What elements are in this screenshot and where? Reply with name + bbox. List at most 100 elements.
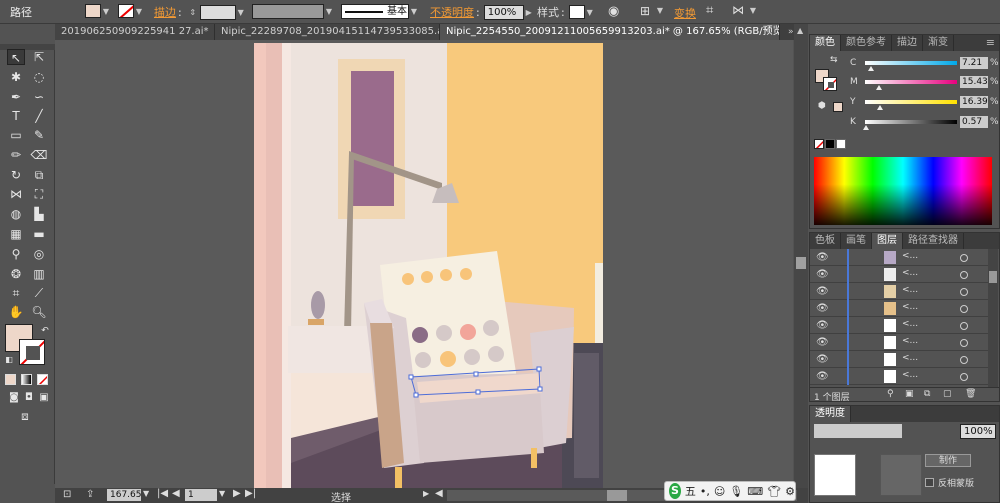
layer-row[interactable]: 👁︎ <...	[810, 368, 990, 385]
punctuation-icon[interactable]: •,	[700, 485, 710, 498]
align-icon[interactable]: ⊞	[640, 4, 650, 18]
share-icon[interactable]: ⇪	[86, 489, 94, 500]
layer-row[interactable]: 👁︎ <...	[810, 334, 990, 351]
pen-tool-icon[interactable]: ✒	[7, 89, 25, 105]
style-control[interactable]: 样式 : ▼	[537, 4, 595, 20]
shape-builder-tool-icon[interactable]: ◍	[7, 206, 25, 222]
stepper-icon[interactable]: ⇕	[188, 8, 198, 17]
yellow-slider[interactable]: Y 16.39 %	[850, 96, 999, 110]
scrollbar-thumb[interactable]	[607, 490, 627, 501]
isolate-icon[interactable]: ⌗	[706, 3, 713, 18]
visibility-eye-icon[interactable]: 👁︎	[816, 252, 829, 263]
transparency-opacity-field[interactable]: 100%	[960, 424, 996, 439]
target-circle-icon[interactable]	[960, 288, 968, 296]
tab-color-guide[interactable]: 颜色参考	[841, 35, 892, 51]
direct-selection-tool-icon[interactable]: ⇱	[30, 49, 48, 65]
target-circle-icon[interactable]	[960, 339, 968, 347]
black-slider-track[interactable]	[865, 120, 957, 124]
voice-icon[interactable]: 🎙︎	[729, 485, 743, 498]
transform-link[interactable]: 变换	[674, 5, 696, 21]
slider-knob-icon[interactable]	[862, 125, 869, 130]
artboard[interactable]	[254, 43, 603, 488]
cyan-slider[interactable]: C 7.21 %	[850, 57, 999, 71]
tab-pathfinder[interactable]: 路径查找器	[903, 233, 964, 249]
target-circle-icon[interactable]	[960, 373, 968, 381]
cyan-value-field[interactable]: 7.21	[960, 57, 988, 69]
locate-object-icon[interactable]: ⚲	[887, 389, 894, 399]
new-layer-icon[interactable]: ▢	[943, 389, 952, 399]
selection-tool-icon[interactable]: ↖	[7, 49, 25, 65]
artboard-tool-icon[interactable]: ⌗	[7, 285, 25, 301]
invert-mask-checkbox[interactable]	[925, 478, 934, 487]
variable-width-control[interactable]: ▼	[252, 4, 334, 19]
color-mode-icon[interactable]	[5, 374, 16, 385]
black-slider[interactable]: K 0.57 %	[850, 116, 999, 130]
eyedropper-tool-icon[interactable]: ⚲	[7, 246, 25, 262]
zoom-tool-icon[interactable]: 🔍︎	[30, 304, 48, 320]
visibility-eye-icon[interactable]: 👁︎	[816, 354, 829, 365]
keyboard-icon[interactable]: ⌨	[747, 485, 763, 498]
skin-icon[interactable]: 👕︎	[767, 485, 781, 498]
black-color-swatch[interactable]	[825, 139, 835, 149]
opacity-control[interactable]: 不透明度 : 100% ▶	[430, 4, 534, 20]
lasso-tool-icon[interactable]: ◌	[30, 69, 48, 85]
stroke-weight-control[interactable]: 描边 : ⇕ ▼	[154, 4, 246, 20]
stroke-weight-field[interactable]	[199, 4, 236, 20]
layer-row[interactable]: 👁︎ <...	[810, 351, 990, 368]
fill-swatch[interactable]	[85, 4, 101, 18]
opacity-label[interactable]: 不透明度	[430, 4, 474, 20]
previous-artboard-icon[interactable]: ◀	[172, 488, 180, 499]
none-color-icon[interactable]	[814, 139, 824, 149]
free-transform-tool-icon[interactable]: ⛶	[30, 186, 48, 202]
tab-document-2[interactable]: Nipic_22289708_20190415114739533085.ai*×	[215, 24, 440, 40]
curvature-tool-icon[interactable]: ∽	[30, 89, 48, 105]
first-artboard-icon[interactable]: |◀	[157, 488, 168, 499]
black-value-field[interactable]: 0.57	[960, 116, 988, 128]
chevron-down-icon[interactable]: ▼	[585, 8, 595, 17]
magenta-value-field[interactable]: 15.43	[960, 76, 988, 88]
rectangle-tool-icon[interactable]: ▭	[7, 127, 25, 143]
canvas-area[interactable]	[55, 40, 793, 488]
blend-tool-icon[interactable]: ◎	[30, 246, 48, 262]
next-artboard-icon[interactable]: ▶	[233, 488, 241, 499]
perspective-grid-tool-icon[interactable]: ▙	[30, 206, 48, 222]
swap-fill-stroke-icon[interactable]: ↶	[36, 323, 54, 339]
layer-row[interactable]: 👁︎ <...	[810, 283, 990, 300]
tab-transparency[interactable]: 透明度	[810, 406, 851, 422]
chevron-down-icon[interactable]: ▼	[409, 7, 419, 16]
artboard-nav-icon[interactable]: ⊡	[63, 489, 71, 500]
target-circle-icon[interactable]	[960, 254, 968, 262]
target-circle-icon[interactable]	[960, 322, 968, 330]
visibility-eye-icon[interactable]: 👁︎	[816, 371, 829, 382]
arrange-icon[interactable]: ⋈	[732, 3, 744, 17]
variable-width-field[interactable]	[252, 4, 324, 19]
cyan-slider-track[interactable]	[865, 61, 957, 65]
scroll-up-icon[interactable]: ▲	[797, 26, 803, 35]
slider-knob-icon[interactable]	[868, 66, 875, 71]
visibility-eye-icon[interactable]: 👁︎	[816, 286, 829, 297]
layer-row[interactable]: 👁︎ <...	[810, 266, 990, 283]
out-of-gamut-icon[interactable]: ⬢	[818, 101, 826, 111]
layers-scrollbar[interactable]	[988, 249, 998, 387]
tab-document-1[interactable]: 201906250909225941 27.ai*	[55, 24, 215, 40]
chevron-down-icon[interactable]: ▼	[134, 7, 144, 16]
fill-color-control[interactable]: ▼	[85, 4, 111, 18]
scale-tool-icon[interactable]: ⧉	[30, 167, 48, 183]
blend-mode-select[interactable]	[814, 424, 902, 438]
tab-stroke[interactable]: 描边	[892, 35, 923, 51]
symbol-sprayer-tool-icon[interactable]: ❂	[7, 266, 25, 282]
tab-brushes[interactable]: 画笔	[841, 233, 872, 249]
settings-icon[interactable]: ⚙	[785, 485, 795, 498]
swap-icon[interactable]: ⇆	[830, 55, 838, 65]
rotate-tool-icon[interactable]: ↻	[7, 167, 25, 183]
screen-mode-icon[interactable]: ⧈	[16, 408, 34, 424]
gamut-swatch[interactable]	[833, 102, 843, 112]
chevron-down-icon[interactable]: ▼	[324, 7, 334, 16]
none-mode-icon[interactable]	[37, 374, 48, 385]
column-graph-tool-icon[interactable]: ▥	[30, 266, 48, 282]
white-color-swatch[interactable]	[836, 139, 846, 149]
chevron-down-icon[interactable]: ▼	[101, 7, 111, 16]
target-circle-icon[interactable]	[960, 271, 968, 279]
new-sublayer-icon[interactable]: ⧉	[924, 389, 930, 399]
color-spectrum[interactable]	[814, 157, 992, 225]
